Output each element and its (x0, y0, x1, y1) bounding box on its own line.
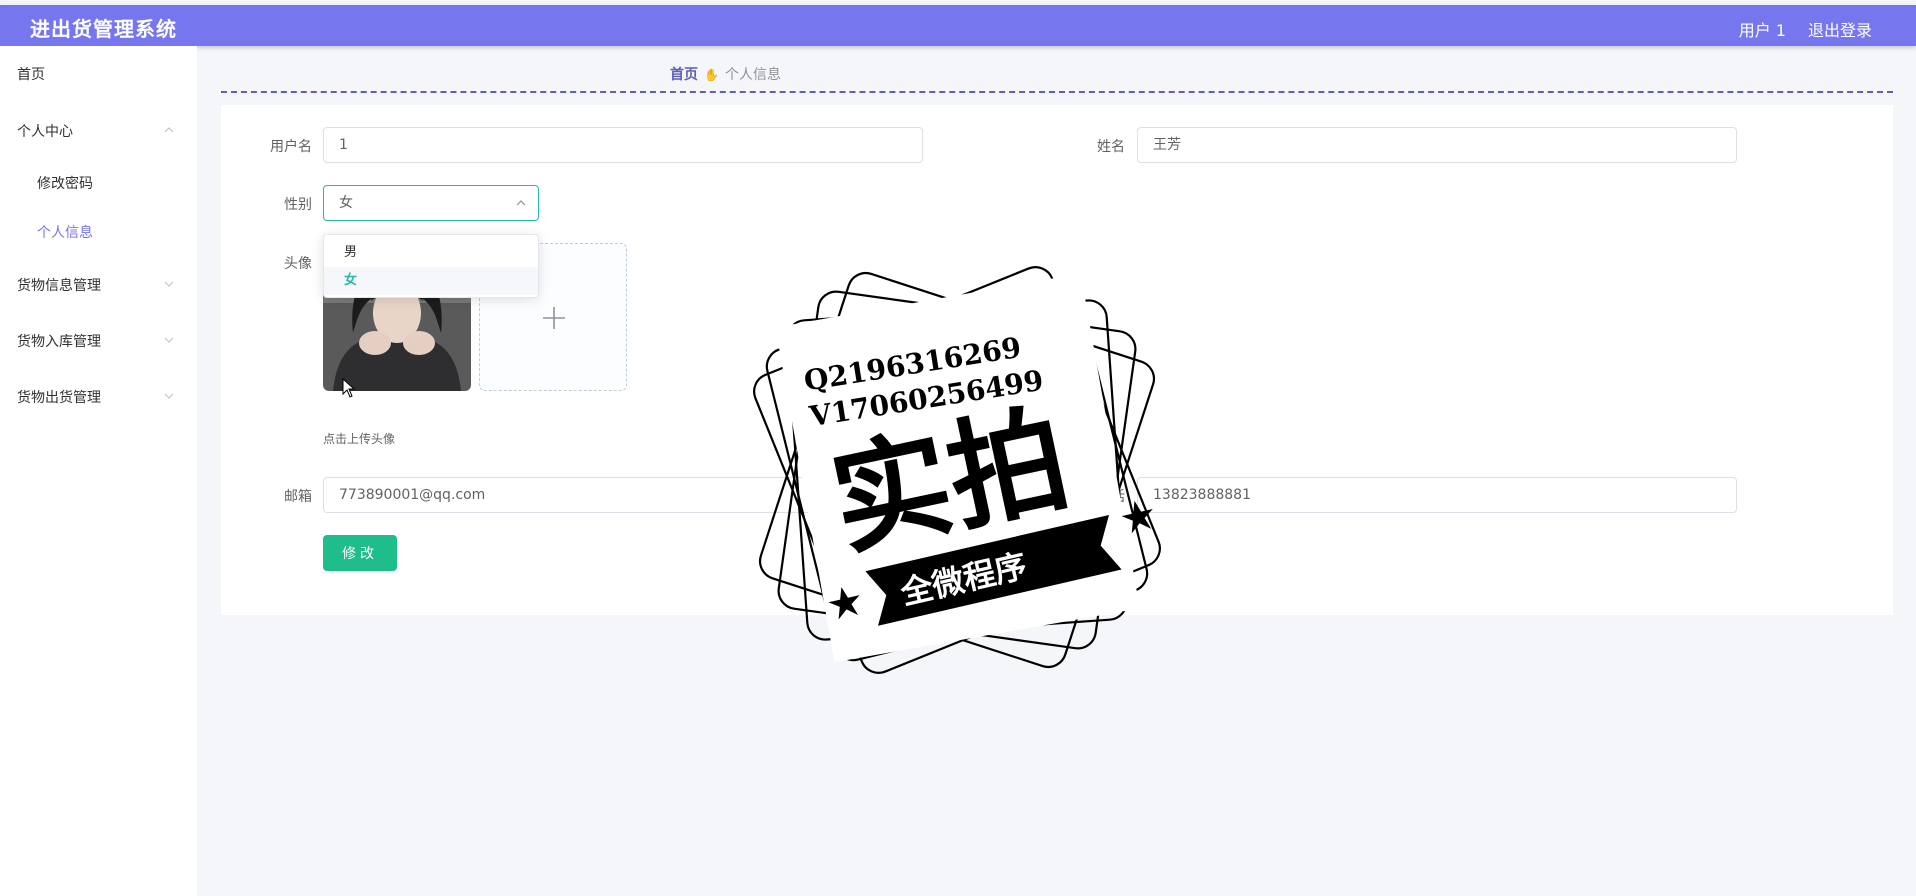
email-label: 邮箱 (284, 489, 312, 505)
plus-icon (543, 307, 565, 329)
sidebar-item-personal-center[interactable]: 个人中心 (0, 110, 197, 150)
breadcrumb-separator-icon: ✋ (704, 68, 719, 82)
sidebar-item-label: 个人中心 (17, 124, 73, 140)
current-user-label: 用户 1 (1738, 21, 1786, 40)
gender-option-female[interactable]: 女 (324, 267, 538, 295)
breadcrumb: 首页 ✋ 个人信息 (670, 64, 781, 84)
sidebar-item-label: 修改密码 (37, 176, 93, 192)
sidebar-item-goods-outbound[interactable]: 货物出货管理 (0, 376, 197, 416)
sidebar-item-home[interactable]: 首页 (0, 53, 197, 93)
sidebar-item-label: 个人信息 (37, 225, 93, 241)
logout-button[interactable]: 退出登录 (1808, 17, 1872, 41)
chevron-up-icon (516, 200, 526, 206)
breadcrumb-current: 个人信息 (724, 67, 781, 83)
sidebar-item-label: 首页 (17, 67, 45, 83)
name-input[interactable]: 王芳 (1137, 127, 1737, 163)
gender-label: 性别 (284, 197, 312, 213)
sidebar-item-label: 货物出货管理 (17, 390, 101, 406)
sidebar-menu: 首页 个人中心 修改密码 个人信息 货物信息管理 货物入库管理 货物出货管理 (0, 46, 197, 896)
sidebar-item-goods-info[interactable]: 货物信息管理 (0, 264, 197, 304)
phone-input[interactable]: 13823888881 (1137, 477, 1737, 513)
watermark-stamp: Q2196316269 V17060256499 实拍 全微程序 (753, 266, 1161, 674)
top-header: 进出货管理系统 用户 1 退出登录 (0, 5, 1916, 46)
chevron-down-icon (164, 281, 174, 287)
breadcrumb-home[interactable]: 首页 (670, 67, 698, 83)
chevron-up-icon (164, 127, 174, 133)
app-title: 进出货管理系统 (30, 17, 177, 41)
gender-select-value: 女 (339, 195, 353, 211)
avatar-label: 头像 (284, 256, 312, 272)
gender-dropdown: 男 女 (323, 234, 539, 298)
gender-option-male[interactable]: 男 (324, 239, 538, 267)
gender-select[interactable]: 女 (323, 185, 539, 221)
username-input[interactable]: 1 (323, 127, 923, 163)
breadcrumb-divider (221, 91, 1893, 93)
username-label: 用户名 (270, 139, 312, 155)
sidebar-item-label: 货物信息管理 (17, 278, 101, 294)
sidebar-item-personal-info[interactable]: 个人信息 (0, 211, 197, 251)
sidebar-item-change-password[interactable]: 修改密码 (0, 162, 197, 202)
submit-edit-button[interactable]: 修改 (323, 535, 397, 571)
mouse-cursor-icon (342, 378, 356, 398)
name-label: 姓名 (1097, 139, 1125, 155)
sidebar-item-label: 货物入库管理 (17, 334, 101, 350)
sidebar-item-goods-inbound[interactable]: 货物入库管理 (0, 320, 197, 360)
chevron-down-icon (164, 337, 174, 343)
avatar-upload-tip: 点击上传头像 (323, 432, 396, 446)
chevron-down-icon (164, 393, 174, 399)
